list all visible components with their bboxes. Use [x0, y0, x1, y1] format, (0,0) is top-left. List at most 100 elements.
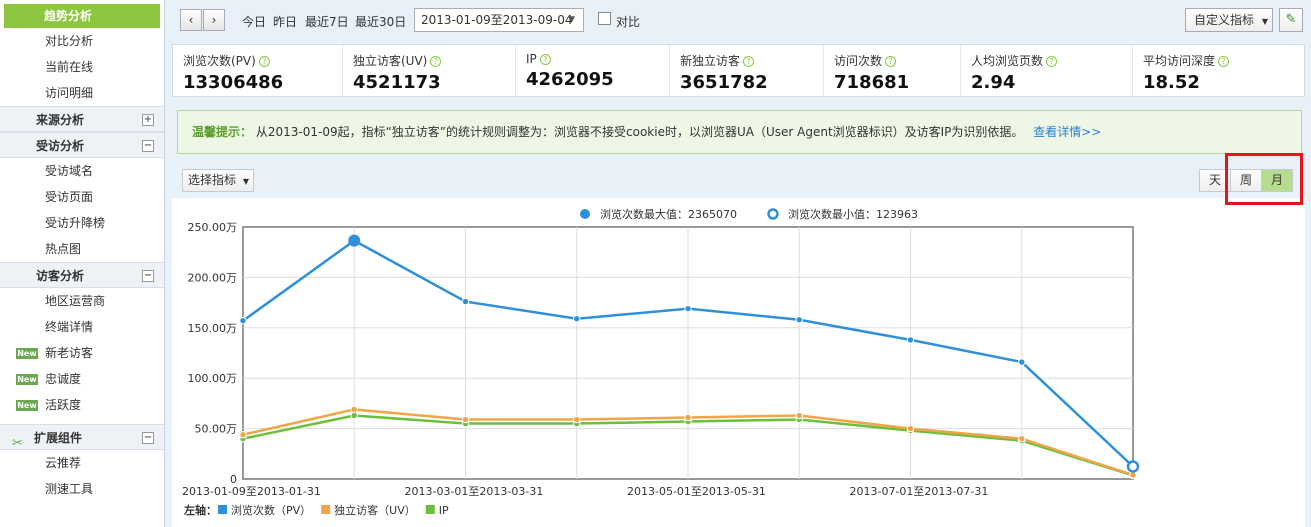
compare-label: 对比	[616, 15, 641, 29]
select-metric-label: 选择指标	[188, 173, 237, 187]
x-tick-label: 2013-05-01至2013-05-31	[627, 485, 766, 498]
help-icon[interactable]: ?	[539, 54, 551, 65]
stat-label-row: 访问次数?	[834, 52, 960, 69]
stat-label-row: 新独立访客?	[680, 52, 823, 69]
sidebar-item-speed[interactable]: 测速工具	[0, 476, 164, 502]
quick-yesterday[interactable]: 昨日	[273, 13, 297, 30]
highlight-box	[1225, 153, 1303, 205]
help-icon[interactable]: ?	[1218, 56, 1230, 67]
notice-detail-link[interactable]: 查看详情>>	[1033, 125, 1101, 139]
y-tick-label: 150.00万	[188, 322, 238, 335]
x-tick-label: 2013-07-01至2013-07-31	[850, 485, 989, 498]
quick-7days[interactable]: 最近7日	[305, 13, 349, 30]
collapse-icon[interactable]: −	[142, 270, 154, 282]
y-tick-label: 200.00万	[188, 271, 238, 284]
legend-min-label: 浏览次数最小值：123963	[788, 207, 918, 221]
data-point	[461, 415, 470, 424]
stat-uv: 独立访客(UV)? 4521173	[343, 45, 516, 96]
new-badge: New	[16, 374, 38, 385]
legend-series-label: 独立访客（UV）	[334, 503, 416, 517]
custom-metric-button[interactable]: 自定义指标 ▼	[1185, 8, 1273, 32]
data-point	[461, 297, 470, 306]
quick-today[interactable]: 今日	[242, 13, 266, 30]
help-icon[interactable]: ?	[258, 56, 270, 67]
legend-prefix: 左轴：	[183, 503, 217, 517]
stat-value: 4521173	[353, 72, 441, 93]
legend-swatch	[218, 505, 227, 514]
legend-max-label: 浏览次数最大值：2365070	[600, 207, 737, 221]
sidebar-item-label: 新老访客	[45, 346, 94, 360]
data-point	[684, 413, 692, 422]
sidebar-item-heatmap[interactable]: 热点图	[0, 236, 164, 262]
stat-label: 平均访问深度	[1143, 54, 1216, 68]
stat-visits: 访问次数? 718681	[824, 45, 961, 96]
y-tick-label: 100.00万	[188, 372, 238, 385]
select-metric-dropdown[interactable]: 选择指标 ▼	[182, 169, 254, 192]
chevron-down-icon: ▼	[242, 177, 249, 186]
x-tick-label: 2013-03-01至2013-03-31	[405, 485, 544, 498]
sidebar-item-domain[interactable]: 受访域名	[0, 158, 164, 184]
sidebar-item-loyalty[interactable]: New 忠诚度	[0, 366, 164, 392]
prev-button[interactable]: ‹	[180, 9, 202, 31]
legend-series-label: 浏览次数（PV）	[231, 503, 311, 517]
data-point	[684, 304, 692, 313]
help-icon[interactable]: ?	[1046, 56, 1058, 67]
sidebar-item-compare[interactable]: 对比分析	[0, 28, 164, 54]
sidebar-group-label: 访客分析	[36, 269, 85, 283]
chevron-down-icon: ▼	[1261, 17, 1268, 26]
data-point	[350, 405, 358, 414]
sidebar-group-visitor[interactable]: 访客分析 −	[0, 262, 164, 288]
pin-icon[interactable]: ✎	[1279, 8, 1303, 32]
help-icon[interactable]: ?	[430, 56, 442, 67]
next-button[interactable]: ›	[203, 9, 225, 31]
custom-metric-label: 自定义指标	[1194, 13, 1255, 27]
collapse-icon[interactable]: −	[142, 432, 154, 444]
sidebar-group-source[interactable]: 来源分析 +	[0, 106, 164, 132]
date-range-select[interactable]: 2013-01-09至2013-09-04 ▼	[414, 8, 584, 32]
sidebar-item-terminal[interactable]: 终端详情	[0, 314, 164, 340]
stat-value: 4262095	[526, 69, 614, 90]
help-icon[interactable]: ?	[885, 56, 897, 67]
new-badge: New	[16, 348, 38, 359]
notice-tip: 温馨提示：	[192, 125, 253, 139]
sidebar-item-new-old[interactable]: New 新老访客	[0, 340, 164, 366]
sidebar-item-activity[interactable]: New 活跃度	[0, 392, 164, 418]
stat-ip: IP? 4262095	[516, 45, 670, 96]
expand-icon[interactable]: +	[142, 114, 154, 126]
collapse-icon[interactable]: −	[142, 140, 154, 152]
sidebar-item-cloud[interactable]: 云推荐	[0, 450, 164, 476]
sidebar-group-ext[interactable]: ✂ 扩展组件 −	[0, 424, 164, 451]
sidebar-item-region[interactable]: 地区运营商	[0, 288, 164, 314]
notice-banner: 温馨提示： 从2013-01-09起，指标“独立访客”的统计规则调整为：浏览器不…	[177, 110, 1302, 154]
stat-depth: 平均访问深度? 18.52	[1133, 45, 1304, 96]
help-icon[interactable]: ?	[743, 56, 755, 67]
sidebar-item-trend[interactable]: 趋势分析	[4, 4, 160, 28]
data-point	[573, 415, 581, 424]
stat-label-row: 独立访客(UV)?	[353, 52, 515, 69]
stat-value: 718681	[834, 72, 910, 93]
stat-value: 3651782	[680, 72, 768, 93]
stat-pv: 浏览次数(PV)? 13306486	[173, 45, 343, 96]
sidebar-item-label: 活跃度	[45, 398, 82, 412]
stats-bar: 浏览次数(PV)? 13306486 独立访客(UV)? 4521173 IP?…	[172, 44, 1305, 97]
x-tick-label: 2013-01-09至2013-01-31	[182, 485, 321, 498]
stat-label: 访问次数	[834, 54, 883, 68]
sidebar-item-label: 忠诚度	[45, 372, 82, 386]
sidebar-item-visit-detail[interactable]: 访问明细	[0, 80, 164, 106]
y-tick-label: 250.00万	[188, 221, 238, 234]
legend-max-marker	[580, 209, 590, 219]
sidebar-item-rank[interactable]: 受访升降榜	[0, 210, 164, 236]
legend-min-marker	[767, 208, 779, 220]
sidebar-item-page[interactable]: 受访页面	[0, 184, 164, 210]
sidebar-item-online[interactable]: 当前在线	[0, 54, 164, 80]
compare-checkbox[interactable]	[598, 12, 611, 25]
min-marker	[1126, 460, 1140, 473]
quick-30days[interactable]: 最近30日	[355, 13, 406, 30]
trend-chart: 050.00万100.00万150.00万200.00万250.00万2013-…	[182, 207, 1140, 517]
legend-series-label: IP	[439, 504, 449, 517]
sidebar-group-visited[interactable]: 受访分析 −	[0, 132, 164, 158]
stat-label: 新独立访客	[680, 54, 741, 68]
data-point	[573, 315, 581, 323]
stat-label-row: 人均浏览页数?	[971, 52, 1132, 69]
data-point	[239, 317, 247, 325]
